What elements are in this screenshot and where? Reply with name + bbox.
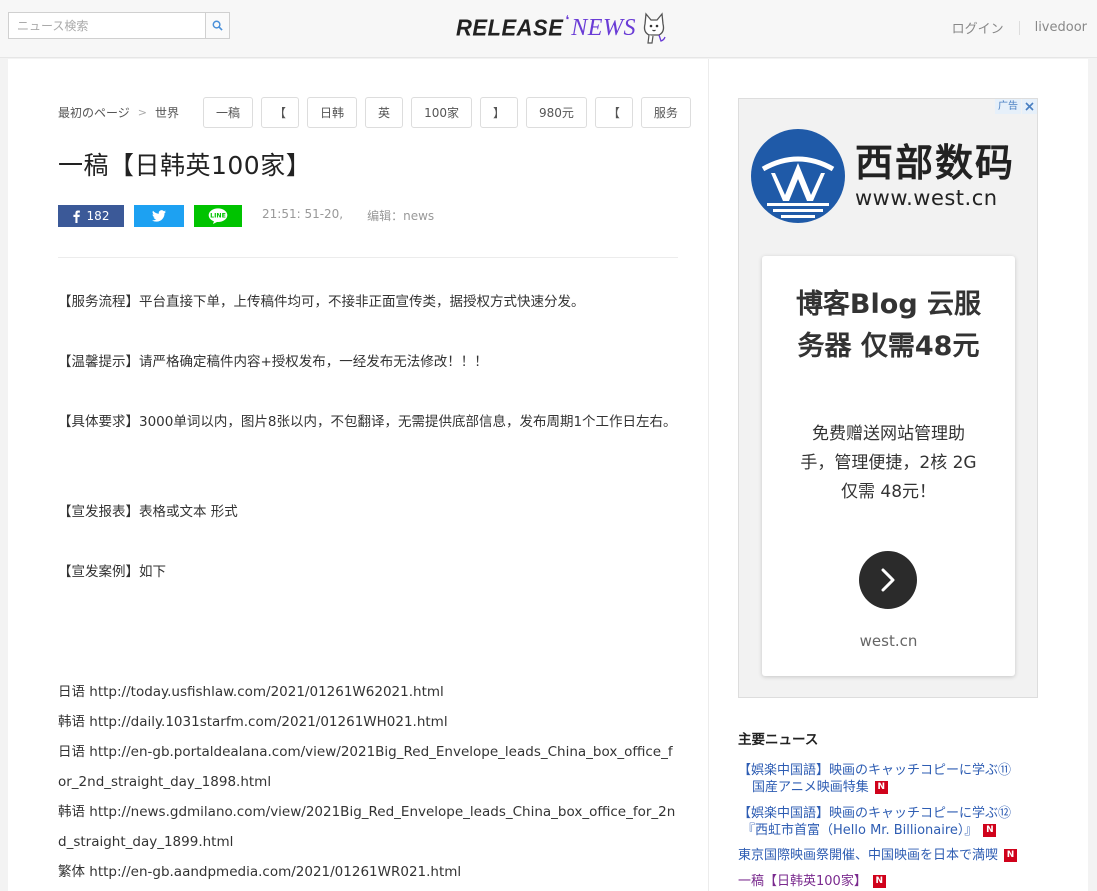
- cat-mascot-icon: [643, 12, 666, 44]
- ad-brand-logo: 西部数码 www.west.cn: [751, 129, 1015, 223]
- ad-description-line: 仅需 48元！: [840, 482, 937, 502]
- logo-mark-icon: ❛: [565, 13, 570, 27]
- ad-description-line: 手，管理便捷，2核 2G: [800, 453, 977, 473]
- case-link[interactable]: 繁体 http://en-gb.aandpmedia.com/2021/0126…: [58, 857, 680, 887]
- ad-badge: 广告: [995, 99, 1037, 114]
- ad-headline: 博客Blog 云服 务器 仅需48元: [762, 284, 1015, 368]
- share-buttons: 182 LINE: [58, 205, 242, 227]
- news-item-subtitle-text: 国産アニメ映画特集: [752, 780, 869, 795]
- tag-item[interactable]: 一稿: [203, 97, 254, 128]
- ad-close-button[interactable]: [1022, 99, 1037, 114]
- sidebar-ad[interactable]: 广告 西部数码 www.west.cn 博客Blog 云服 务器 仅需48元 免…: [738, 98, 1038, 698]
- case-link[interactable]: 韩语 http://news.gdmilano.com/view/2021Big…: [58, 797, 680, 857]
- logo-release-text: RELEASE: [456, 14, 564, 41]
- tag-list: 一稿 【 日韩 英 100家 】 980元 【 服务: [203, 97, 691, 128]
- line-icon: LINE: [208, 208, 228, 224]
- twitter-share-button[interactable]: [134, 205, 184, 227]
- logo-news-text: NEWS: [571, 14, 636, 41]
- login-link[interactable]: ログイン: [952, 18, 1004, 37]
- line-share-button[interactable]: LINE: [194, 205, 242, 227]
- ad-headline-line: 务器 仅需48元: [797, 331, 980, 362]
- article-time: 21:51: 51-20,: [262, 207, 344, 221]
- tag-item[interactable]: 日韩: [307, 97, 358, 128]
- article-title: 一稿【日韩英100家】: [58, 151, 312, 180]
- article-meta: 21:51: 51-20, 编辑：news: [262, 207, 434, 224]
- ad-description: 免费赠送网站管理助 手，管理便捷，2核 2G 仅需 48元！: [782, 420, 995, 507]
- search-button[interactable]: [205, 13, 229, 38]
- new-badge: N: [872, 875, 886, 888]
- ad-brand-url: www.west.cn: [855, 186, 998, 210]
- breadcrumb-category[interactable]: 世界: [155, 104, 179, 121]
- site-header: RELEASE ❛ NEWS ログイン livedoor: [0, 0, 1097, 58]
- news-item-subtitle: 『西虹市首富（Hello Mr. Billionaire）』 N: [738, 822, 1048, 839]
- ad-headline-line: 博客Blog 云服: [795, 289, 982, 320]
- search-input[interactable]: [9, 13, 205, 38]
- ad-content-card[interactable]: 博客Blog 云服 务器 仅需48元 免费赠送网站管理助 手，管理便捷，2核 2…: [762, 256, 1015, 676]
- new-badge: N: [983, 824, 997, 837]
- chevron-right-icon: [881, 568, 895, 592]
- article-paragraph: 【宣发案例】如下: [58, 564, 166, 580]
- west-logo-icon: [751, 129, 845, 223]
- news-item-subtitle-text: 『西虹市首富（Hello Mr. Billionaire）』: [742, 823, 978, 838]
- close-icon: [1025, 102, 1034, 111]
- facebook-icon: [72, 210, 80, 223]
- new-badge: N: [1004, 849, 1018, 862]
- header-links: ログイン livedoor: [952, 18, 1087, 37]
- breadcrumb: 最初のページ > 世界: [58, 97, 179, 127]
- svg-text:LINE: LINE: [210, 213, 226, 220]
- news-item-title: 【娯楽中国語】映画のキャッチコピーに学ぶ⑪: [738, 763, 1012, 778]
- facebook-share-button[interactable]: 182: [58, 205, 124, 227]
- news-item-subtitle: 国産アニメ映画特集 N: [738, 779, 1048, 796]
- new-badge: N: [874, 781, 888, 794]
- search-box: [8, 12, 230, 39]
- ad-domain: west.cn: [859, 632, 918, 650]
- column-divider: [708, 59, 709, 891]
- news-item-title: 一稿【日韩英100家】: [738, 874, 867, 889]
- article-paragraph: 【温馨提示】请严格确定稿件内容+授权发布，一经发布无法修改！！！: [58, 354, 488, 370]
- article-paragraph: 【服务流程】平台直接下单，上传稿件均可，不接非正面宣传类，据授权方式快速分发。: [58, 294, 585, 310]
- ad-label: 广告: [995, 99, 1021, 114]
- divider: [58, 257, 678, 258]
- twitter-icon: [152, 210, 166, 222]
- chevron-right-icon: >: [137, 105, 147, 119]
- ad-brand-text: 西部数码 www.west.cn: [855, 141, 1015, 211]
- tag-item[interactable]: 100家: [411, 97, 472, 128]
- case-link[interactable]: 日语 http://today.usfishlaw.com/2021/01261…: [58, 677, 680, 707]
- facebook-share-count: 182: [86, 209, 110, 223]
- livedoor-link[interactable]: livedoor: [1035, 20, 1087, 35]
- header-divider: [1018, 20, 1020, 35]
- tag-item[interactable]: 【: [594, 97, 633, 128]
- tag-item[interactable]: 】: [479, 97, 518, 128]
- news-item[interactable]: 【娯楽中国語】映画のキャッチコピーに学ぶ⑫ 『西虹市首富（Hello Mr. B…: [738, 805, 1048, 839]
- ad-description-line: 免费赠送网站管理助: [812, 424, 965, 444]
- main-news-heading: 主要ニュース: [738, 732, 819, 748]
- ad-brand-name: 西部数码: [855, 141, 1016, 185]
- site-logo[interactable]: RELEASE ❛ NEWS: [456, 8, 668, 48]
- ad-go-button[interactable]: [859, 551, 917, 609]
- article-paragraph: 【宣发报表】表格或文本 形式: [58, 504, 238, 520]
- case-link[interactable]: 日语 http://en-gb.portaldealana.com/view/2…: [58, 737, 680, 797]
- news-item-title: 東京国際映画祭開催、中国映画を日本で満喫: [738, 848, 999, 863]
- breadcrumb-home[interactable]: 最初のページ: [58, 104, 130, 121]
- search-icon: [212, 20, 223, 31]
- news-item-title: 【娯楽中国語】映画のキャッチコピーに学ぶ⑫: [738, 806, 1012, 821]
- news-item[interactable]: 一稿【日韩英100家】 N: [738, 873, 1048, 890]
- tag-item[interactable]: 【: [261, 97, 300, 128]
- tag-item[interactable]: 980元: [525, 97, 587, 128]
- news-item[interactable]: 東京国際映画祭開催、中国映画を日本で満喫 N: [738, 847, 1048, 864]
- case-link[interactable]: 韩语 http://daily.1031starfm.com/2021/0126…: [58, 707, 680, 737]
- article-paragraph: 【具体要求】3000单词以内，图片8张以内，不包翻译，无需提供底部信息，发布周期…: [58, 414, 677, 430]
- article-editor: 编辑：news: [367, 209, 435, 223]
- news-item[interactable]: 【娯楽中国語】映画のキャッチコピーに学ぶ⑪ 国産アニメ映画特集 N: [738, 762, 1048, 796]
- tag-item[interactable]: 服务: [640, 97, 691, 128]
- tag-item[interactable]: 英: [365, 97, 404, 128]
